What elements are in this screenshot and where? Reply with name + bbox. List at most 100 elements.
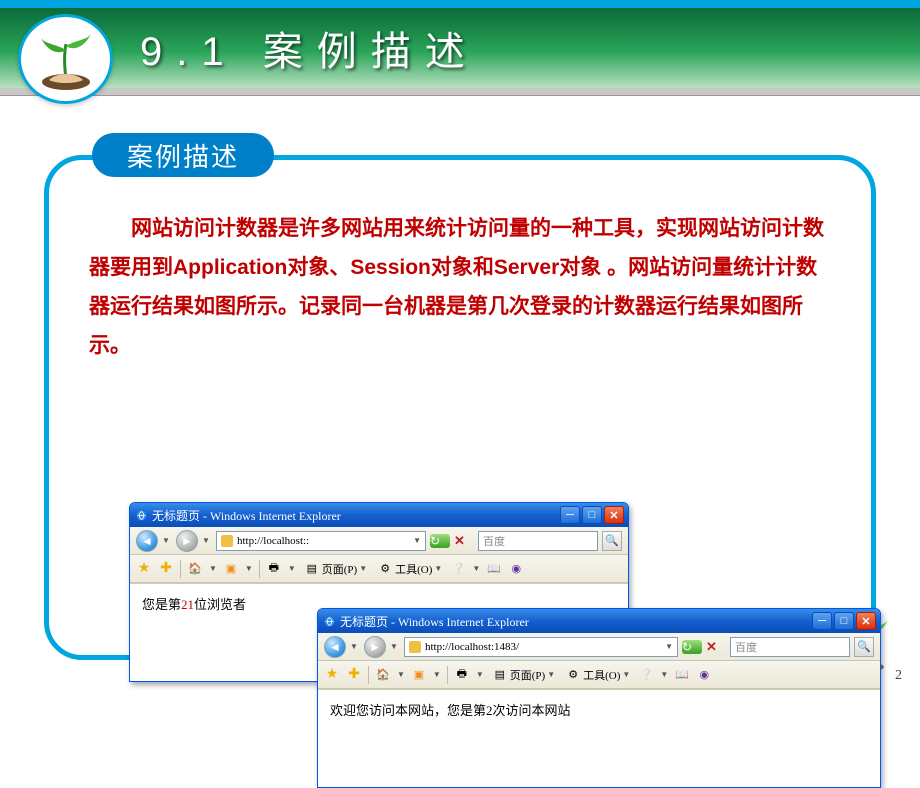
- command-toolbar: ★ ✚ 🏠 ▼ ▣ ▼ 🖶 ▼ ▤页面(P)▼ ⚙工具(O)▼ ❔ ▼ 📖 ◉: [130, 555, 628, 583]
- search-placeholder: 百度: [735, 639, 757, 655]
- home-icon[interactable]: 🏠: [375, 667, 391, 683]
- feeds-caret[interactable]: ▼: [433, 670, 441, 679]
- url-dropdown-caret[interactable]: ▼: [413, 536, 421, 545]
- minimize-button[interactable]: ─: [560, 506, 580, 524]
- url-text: http://localhost:1483/: [425, 641, 519, 653]
- window-title: 无标题页 - Windows Internet Explorer: [340, 613, 808, 630]
- favorites-star-icon[interactable]: ★: [324, 667, 340, 683]
- address-toolbar: ◄ ▼ ► ▼ http://localhost:1483/ ▼ ↻ ✕ 百度 …: [318, 633, 880, 661]
- page-menu[interactable]: ▤页面(P)▼: [490, 667, 557, 683]
- back-button[interactable]: ◄: [136, 530, 158, 552]
- slide-header: 9.1 案例描述: [0, 0, 920, 120]
- close-button[interactable]: ✕: [604, 506, 624, 524]
- url-dropdown-caret[interactable]: ▼: [665, 642, 673, 651]
- feeds-icon[interactable]: ▣: [223, 561, 239, 577]
- page-icon: [221, 535, 233, 547]
- search-button[interactable]: 🔍: [602, 531, 622, 551]
- page-menu[interactable]: ▤页面(P)▼: [302, 561, 369, 577]
- separator: [368, 666, 369, 684]
- search-box[interactable]: 百度: [478, 531, 598, 551]
- window-buttons: ─ □ ✕: [560, 506, 624, 524]
- separator: [180, 560, 181, 578]
- ie-window-2: 无标题页 - Windows Internet Explorer ─ □ ✕ ◄…: [317, 608, 881, 788]
- tools-menu[interactable]: ⚙工具(O)▼: [563, 667, 632, 683]
- print-caret[interactable]: ▼: [476, 670, 484, 679]
- go-button[interactable]: ↻: [430, 534, 450, 548]
- print-caret[interactable]: ▼: [288, 564, 296, 573]
- home-caret[interactable]: ▼: [397, 670, 405, 679]
- search-placeholder: 百度: [483, 533, 505, 549]
- help-caret[interactable]: ▼: [660, 670, 668, 679]
- search-box[interactable]: 百度: [730, 637, 850, 657]
- address-bar[interactable]: http://localhost:1483/ ▼: [404, 637, 678, 657]
- titlebar[interactable]: 无标题页 - Windows Internet Explorer ─ □ ✕: [318, 609, 880, 633]
- banner-underline: [0, 88, 920, 96]
- address-toolbar: ◄ ▼ ► ▼ http://localhost:: ▼ ↻ ✕ 百度 🔍: [130, 527, 628, 555]
- page-content: 欢迎您访问本网站，您是第2次访问本网站: [318, 689, 880, 787]
- leaf-logo: [18, 14, 113, 104]
- stop-button[interactable]: ✕: [454, 533, 474, 549]
- content-suffix: 位浏览者: [194, 597, 246, 612]
- maximize-button[interactable]: □: [582, 506, 602, 524]
- page-menu-label: 页面(P): [322, 561, 357, 577]
- window-title: 无标题页 - Windows Internet Explorer: [152, 507, 556, 524]
- content-text: 欢迎您访问本网站，您是第2次访问本网站: [330, 703, 571, 718]
- page-number: 2: [895, 668, 902, 684]
- ie-icon: [322, 614, 336, 628]
- forward-menu-caret[interactable]: ▼: [390, 642, 400, 651]
- print-icon[interactable]: 🖶: [266, 561, 282, 577]
- print-icon[interactable]: 🖶: [454, 667, 470, 683]
- favorites-star-icon[interactable]: ★: [136, 561, 152, 577]
- tools-menu-label: 工具(O): [395, 561, 432, 577]
- tools-menu[interactable]: ⚙工具(O)▼: [375, 561, 444, 577]
- separator: [447, 666, 448, 684]
- section-pill-label: 案例描述: [127, 137, 239, 174]
- help-icon[interactable]: ❔: [450, 561, 466, 577]
- back-menu-caret[interactable]: ▼: [350, 642, 360, 651]
- minimize-button[interactable]: ─: [812, 612, 832, 630]
- title-banner: 9.1 案例描述: [0, 8, 920, 88]
- add-favorite-icon[interactable]: ✚: [346, 667, 362, 683]
- maximize-button[interactable]: □: [834, 612, 854, 630]
- page-icon: [409, 641, 421, 653]
- search-button[interactable]: 🔍: [854, 637, 874, 657]
- back-button[interactable]: ◄: [324, 636, 346, 658]
- forward-menu-caret[interactable]: ▼: [202, 536, 212, 545]
- research-icon[interactable]: 📖: [674, 667, 690, 683]
- tools-menu-label: 工具(O): [583, 667, 620, 683]
- close-button[interactable]: ✕: [856, 612, 876, 630]
- content-card: 网站访问计数器是许多网站用来统计访问量的一种工具，实现网站访问计数器要用到App…: [44, 155, 876, 660]
- forward-button[interactable]: ►: [364, 636, 386, 658]
- feeds-icon[interactable]: ▣: [411, 667, 427, 683]
- content-prefix: 您是第: [142, 597, 181, 612]
- home-icon[interactable]: 🏠: [187, 561, 203, 577]
- slide-title: 9.1 案例描述: [140, 19, 479, 77]
- ie-icon: [134, 508, 148, 522]
- page-menu-label: 页面(P): [510, 667, 545, 683]
- window-buttons: ─ □ ✕: [812, 612, 876, 630]
- url-text: http://localhost::: [237, 535, 309, 547]
- back-menu-caret[interactable]: ▼: [162, 536, 172, 545]
- separator: [259, 560, 260, 578]
- gear-icon: ⚙: [565, 667, 581, 683]
- command-toolbar: ★ ✚ 🏠 ▼ ▣ ▼ 🖶 ▼ ▤页面(P)▼ ⚙工具(O)▼ ❔ ▼ 📖 ◉: [318, 661, 880, 689]
- messenger-icon[interactable]: ◉: [696, 667, 712, 683]
- page-icon: ▤: [304, 561, 320, 577]
- help-caret[interactable]: ▼: [472, 564, 480, 573]
- help-icon[interactable]: ❔: [638, 667, 654, 683]
- address-bar[interactable]: http://localhost:: ▼: [216, 531, 426, 551]
- gear-icon: ⚙: [377, 561, 393, 577]
- body-paragraph: 网站访问计数器是许多网站用来统计访问量的一种工具，实现网站访问计数器要用到App…: [49, 160, 871, 375]
- research-icon[interactable]: 📖: [486, 561, 502, 577]
- forward-button[interactable]: ►: [176, 530, 198, 552]
- top-accent-bar: [0, 0, 920, 8]
- visitor-count: 21: [181, 597, 194, 612]
- add-favorite-icon[interactable]: ✚: [158, 561, 174, 577]
- go-button[interactable]: ↻: [682, 640, 702, 654]
- feeds-caret[interactable]: ▼: [245, 564, 253, 573]
- titlebar[interactable]: 无标题页 - Windows Internet Explorer ─ □ ✕: [130, 503, 628, 527]
- messenger-icon[interactable]: ◉: [508, 561, 524, 577]
- home-caret[interactable]: ▼: [209, 564, 217, 573]
- stop-button[interactable]: ✕: [706, 639, 726, 655]
- section-pill: 案例描述: [92, 133, 274, 177]
